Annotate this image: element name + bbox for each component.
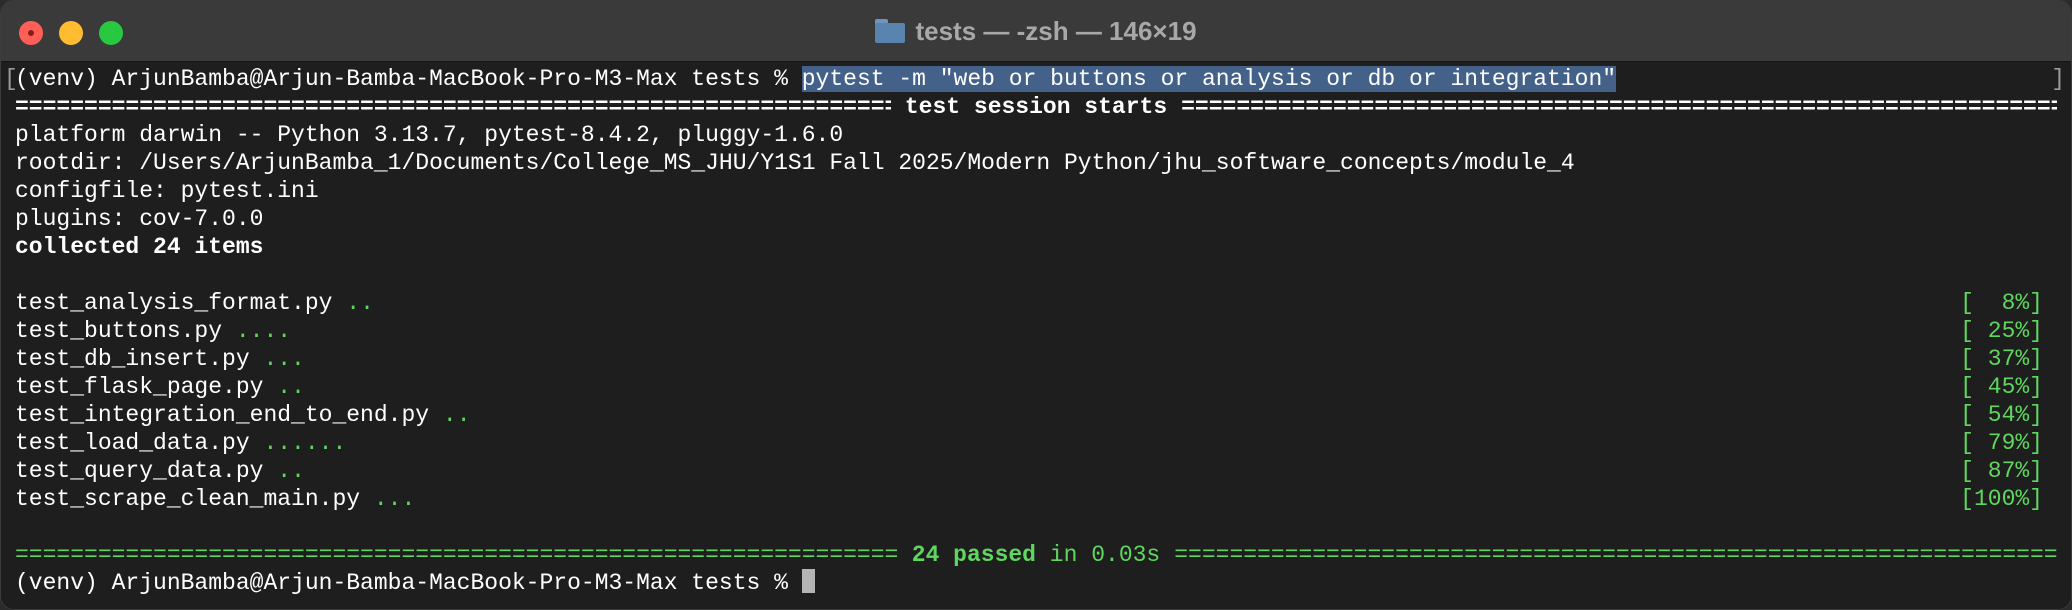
result-row: test_db_insert.py ...: [15, 345, 305, 373]
result-percent: [ 45%]: [1960, 374, 2043, 400]
result-dots: ..: [277, 458, 305, 484]
result-percent: [ 54%]: [1960, 402, 2043, 428]
result-dots: ...: [263, 346, 305, 372]
result-dots: ....: [235, 318, 292, 344]
info-plugins: plugins: cov-7.0.0: [15, 206, 264, 232]
result-dots: ..: [442, 402, 471, 428]
session-header: test session starts: [904, 94, 1168, 120]
result-percent: [ 25%]: [1960, 318, 2043, 344]
final-prompt-line: (venv) ArjunBamba@Arjun-Bamba-MacBook-Pr…: [15, 569, 815, 597]
mark-bracket-right: ]: [2051, 66, 2065, 92]
result-row: test_integration_end_to_end.py ..: [15, 401, 471, 429]
shell-prompt: (venv) ArjunBamba@Arjun-Bamba-MacBook-Pr…: [15, 66, 802, 92]
summary-line: 24 passed in 0.03s: [15, 541, 2057, 569]
terminal-output[interactable]: [ ] (venv) ArjunBamba@Arjun-Bamba-MacBoo…: [1, 62, 2071, 609]
window-title-text: tests — -zsh — 146×19: [915, 15, 1197, 46]
result-file: test_analysis_format.py: [15, 290, 333, 316]
result-percent: [ 87%]: [1960, 458, 2043, 484]
result-row: test_query_data.py ..: [15, 457, 305, 485]
result-dots: ..: [277, 374, 305, 400]
info-configfile: configfile: pytest.ini: [15, 178, 319, 204]
result-percent: [100%]: [1960, 486, 2043, 512]
result-dots: ......: [263, 430, 347, 456]
collected-count: collected 24 items: [15, 234, 264, 260]
window-title: tests — -zsh — 146×19: [1, 1, 2071, 61]
command-line: (venv) ArjunBamba@Arjun-Bamba-MacBook-Pr…: [15, 65, 1617, 93]
text-cursor[interactable]: [801, 569, 815, 593]
result-file: test_scrape_clean_main.py: [15, 486, 361, 512]
summary-passed: 24 passed: [911, 542, 1036, 568]
result-file: test_buttons.py: [15, 318, 223, 344]
terminal-window: tests — -zsh — 146×19 [ ] (venv) ArjunBa…: [0, 0, 2072, 610]
selected-command[interactable]: pytest -m "web or buttons or analysis or…: [801, 66, 1617, 92]
result-row: test_flask_page.py ..: [15, 373, 305, 401]
result-file: test_load_data.py: [15, 430, 250, 456]
result-file: test_query_data.py: [15, 458, 264, 484]
summary-text: 24 passed in 0.03s: [898, 541, 1174, 569]
result-row: test_scrape_clean_main.py ...: [15, 485, 415, 513]
info-platform: platform darwin -- Python 3.13.7, pytest…: [15, 122, 844, 148]
result-file: test_integration_end_to_end.py: [15, 402, 430, 428]
folder-icon: [875, 19, 906, 43]
result-row: test_buttons.py ....: [15, 317, 291, 345]
result-dots: ..: [346, 290, 374, 316]
result-dots: ...: [373, 486, 416, 512]
result-percent: [ 37%]: [1960, 346, 2043, 372]
session-header-line: test session starts: [15, 93, 2057, 121]
result-percent: [ 79%]: [1960, 430, 2043, 456]
shell-prompt: (venv) ArjunBamba@Arjun-Bamba-MacBook-Pr…: [15, 570, 802, 596]
info-rootdir: rootdir: /Users/ArjunBamba_1/Documents/C…: [15, 150, 1575, 176]
result-file: test_db_insert.py: [15, 346, 250, 372]
result-row: test_load_data.py ......: [15, 429, 346, 457]
title-bar[interactable]: tests — -zsh — 146×19: [1, 1, 2071, 62]
summary-time: in 0.03s: [1036, 542, 1161, 568]
result-file: test_flask_page.py: [15, 374, 264, 400]
result-percent: [ 8%]: [1960, 290, 2043, 316]
result-row: test_analysis_format.py ..: [15, 289, 374, 317]
